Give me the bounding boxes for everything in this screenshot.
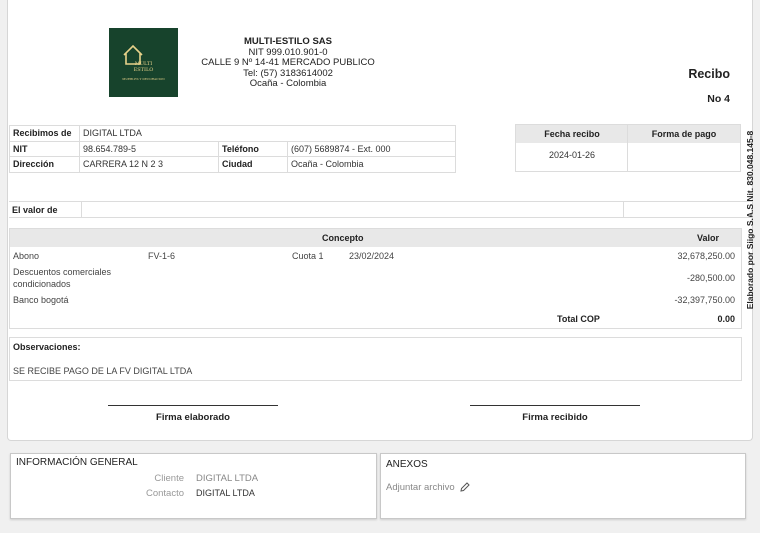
concept-header: Concepto	[322, 233, 364, 243]
receipt-sheet: MULTI ESTILO MUEBLES Y DECORACION MULTI-…	[7, 0, 755, 441]
software-credit: Elaborado por Siigo S.A.S Nit. 830.048.1…	[743, 131, 757, 310]
annexes-panel: ANEXOS Adjuntar archivo	[380, 453, 746, 519]
address-value: CARRERA 12 N 2 3	[79, 156, 219, 173]
received-from-value: DIGITAL LTDA	[79, 125, 456, 142]
concept-name: Descuentos comerciales	[13, 267, 112, 277]
receipt-number: No 4	[707, 93, 730, 105]
nit-label: NIT	[9, 140, 80, 157]
concept-value: 32,678,250.00	[677, 251, 735, 261]
client-info-table: Recibimos de DIGITAL LTDA NIT 98.654.789…	[9, 125, 456, 173]
address-label: Dirección	[9, 156, 80, 173]
divider	[623, 202, 624, 217]
annexes-title: ANEXOS	[386, 459, 428, 470]
company-address: CALLE 9 Nº 14-41 MERCADO PUBLICO	[201, 57, 375, 68]
client-label: Cliente	[154, 473, 184, 484]
concept-value: -280,500.00	[686, 273, 735, 283]
value-header: Valor	[696, 233, 719, 243]
receipt-title: Recibo	[688, 67, 730, 81]
company-name: MULTI-ESTILO SAS	[244, 36, 332, 47]
attach-file-label: Adjuntar archivo	[386, 482, 455, 493]
contact-label: Contacto	[145, 488, 184, 499]
general-info-title: INFORMACIÓN GENERAL	[16, 457, 138, 468]
concept-name: Abono	[13, 251, 40, 261]
logo-text-3: MUEBLES Y DECORACION	[122, 77, 165, 81]
observations-text: SE RECIBE PAGO DE LA FV DIGITAL LTDA	[13, 366, 193, 376]
signature-line	[108, 405, 278, 406]
concept-name: Banco bogotá	[13, 295, 69, 305]
date-label: Fecha recibo	[544, 129, 600, 139]
signature-received-label: Firma recibido	[522, 412, 588, 423]
date-payment-box: Fecha recibo Forma de pago 2024-01-26	[515, 124, 741, 172]
divider	[81, 202, 82, 217]
date-payment-divider	[627, 125, 628, 171]
signature-line	[470, 405, 640, 406]
concept-name-cont: condicionados	[13, 279, 71, 289]
signature-elaborated: Firma elaborado	[108, 405, 278, 423]
received-from-label: Recibimos de	[9, 125, 80, 142]
nit-value: 98.654.789-5	[79, 140, 219, 157]
signature-received: Firma recibido	[470, 405, 640, 423]
concepts-table: Concepto Valor Abono FV-1-6 Cuota 1 23/0…	[9, 228, 742, 329]
concepts-header: Concepto Valor	[10, 229, 741, 247]
date-payment-header: Fecha recibo Forma de pago	[516, 125, 740, 143]
concept-doc: FV-1-6	[148, 251, 176, 261]
software-credit-text: Elaborado por Siigo S.A.S Nit. 830.048.1…	[745, 130, 755, 310]
phone-value: (607) 5689874 - Ext. 000	[287, 140, 456, 157]
city-label: Ciudad	[218, 156, 288, 173]
amount-in-words-row: El valor de	[9, 201, 753, 218]
general-info-panel: INFORMACIÓN GENERAL Cliente DIGITAL LTDA…	[10, 453, 377, 519]
total-value: 0.00	[717, 314, 735, 324]
observations-box: Observaciones: SE RECIBE PAGO DE LA FV D…	[9, 337, 742, 381]
company-logo: MULTI ESTILO MUEBLES Y DECORACION	[109, 28, 178, 97]
amount-in-words-label: El valor de	[12, 205, 58, 215]
observations-label: Observaciones:	[13, 342, 81, 352]
company-info: MULTI-ESTILO SAS NIT 999.010.901-0 CALLE…	[198, 36, 378, 90]
phone-label: Teléfono	[218, 140, 288, 157]
concept-date: 23/02/2024	[349, 251, 395, 261]
pencil-icon	[460, 482, 471, 493]
logo-text-2: ESTILO	[133, 67, 154, 73]
city-value: Ocaña - Colombia	[287, 156, 456, 173]
contact-value: DIGITAL LTDA	[196, 488, 255, 498]
company-city: Ocaña - Colombia	[249, 78, 327, 89]
client-value: DIGITAL LTDA	[196, 473, 259, 484]
total-label: Total COP	[557, 314, 600, 324]
concept-installment: Cuota 1	[292, 251, 324, 261]
payment-label: Forma de pago	[651, 129, 717, 139]
receipt-date: 2024-01-26	[548, 150, 596, 160]
signature-elaborated-label: Firma elaborado	[156, 412, 230, 423]
attach-file-link[interactable]: Adjuntar archivo	[386, 482, 471, 493]
concept-value: -32,397,750.00	[674, 295, 735, 305]
